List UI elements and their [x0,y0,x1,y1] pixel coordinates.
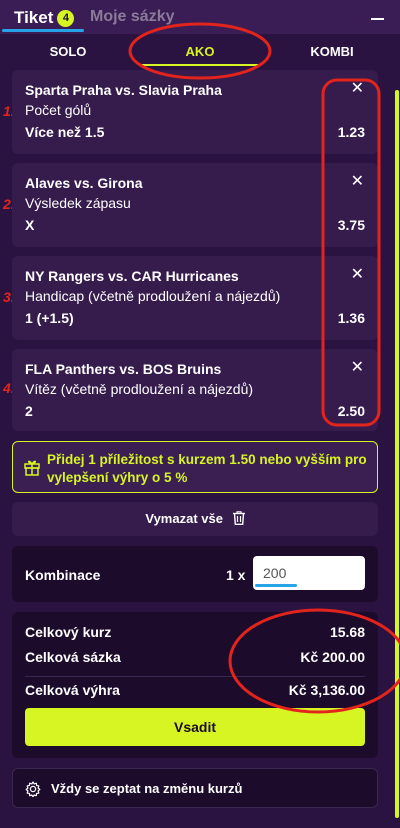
bet-selection: 1 (+1.5) [25,310,74,326]
bet-market: Handicap (včetně prodloužení a nájezdů) [25,288,281,304]
stake-input-highlight [255,584,297,587]
bet-odds: 2.50 [337,403,365,419]
bet-card: Sparta Praha vs. Slavia Praha Počet gólů… [12,70,378,154]
total-stake-value: Kč 200.00 [300,649,365,665]
total-stake-label: Celková sázka [25,649,121,665]
ticket-count-badge: 4 [57,10,75,27]
bet-odds: 3.75 [337,217,365,233]
total-stake-row: Celková sázka Kč 200.00 [25,649,365,665]
bet-match: NY Rangers vs. CAR Hurricanes [25,268,239,284]
bet-card: Alaves vs. Girona Výsledek zápasu X 3.75… [12,163,378,247]
tab-ticket-label: Tiket [14,8,54,27]
promo-banner: Přidej 1 příležitost s kurzem 1.50 nebo … [12,441,378,493]
minimize-icon[interactable] [371,18,384,20]
always-ask-label: Vždy se zeptat na změnu kurzů [51,781,243,796]
combination-multiplier: 1 x [226,567,246,583]
bet-mode-tabs: SOLO AKO KOMBI [0,34,400,68]
bet-match: Sparta Praha vs. Slavia Praha [25,82,222,98]
bet-market: Vítěz (včetně prodloužení a nájezdů) [25,381,254,397]
total-win-value: Kč 3,136.00 [288,682,365,698]
bet-market: Počet gólů [25,102,92,118]
tab-solo[interactable]: SOLO [8,44,128,59]
combination-label: Kombinace [25,567,101,583]
total-odds-row: Celkový kurz 15.68 [25,624,365,640]
bet-summary: Celkový kurz 15.68 Celková sázka Kč 200.… [12,612,378,758]
remove-bet-close-icon[interactable]: ✕ [351,174,364,190]
bet-odds: 1.23 [337,124,365,140]
tab-ticket[interactable]: Tiket 4 [14,8,75,28]
bet-selection: 2 [25,403,33,419]
gift-icon [24,460,40,476]
summary-divider [25,676,365,677]
header: Tiket 4 Moje sázky [0,0,400,34]
tab-my-bets[interactable]: Moje sázky [90,8,174,26]
scrollbar[interactable] [395,90,399,818]
remove-bet-close-icon[interactable]: ✕ [351,360,364,376]
promo-text: Přidej 1 příležitost s kurzem 1.50 nebo … [47,452,367,485]
total-win-label: Celková výhra [25,682,120,698]
active-tab-indicator [2,29,84,32]
bet-match: FLA Panthers vs. BOS Bruins [25,361,222,377]
remove-bet-close-icon[interactable]: ✕ [351,81,364,97]
bet-market: Výsledek zápasu [25,195,131,211]
trash-icon [232,511,245,525]
tab-kombi[interactable]: KOMBI [272,44,392,59]
combination-panel: Kombinace 1 x [12,546,378,602]
always-ask-odds-change[interactable]: Vždy se zeptat na změnu kurzů [12,768,378,808]
bet-odds: 1.36 [337,310,365,326]
bet-card: FLA Panthers vs. BOS Bruins Vítěz (včetn… [12,349,378,431]
clear-all-label: Vymazat vše [145,511,223,526]
bet-selection: X [25,217,35,233]
remove-bet-close-icon[interactable]: ✕ [351,267,364,283]
bet-selection: Více než 1.5 [25,124,105,140]
active-mode-indicator [142,64,258,66]
total-win-row: Celková výhra Kč 3,136.00 [25,682,365,698]
gear-icon [25,781,41,797]
total-odds-label: Celkový kurz [25,624,112,640]
clear-all-button[interactable]: Vymazat vše [12,502,378,536]
total-odds-value: 15.68 [329,624,365,640]
tab-ako[interactable]: AKO [140,44,260,59]
bet-card: NY Rangers vs. CAR Hurricanes Handicap (… [12,256,378,340]
place-bet-button[interactable]: Vsadit [25,708,365,746]
bet-match: Alaves vs. Girona [25,175,143,191]
